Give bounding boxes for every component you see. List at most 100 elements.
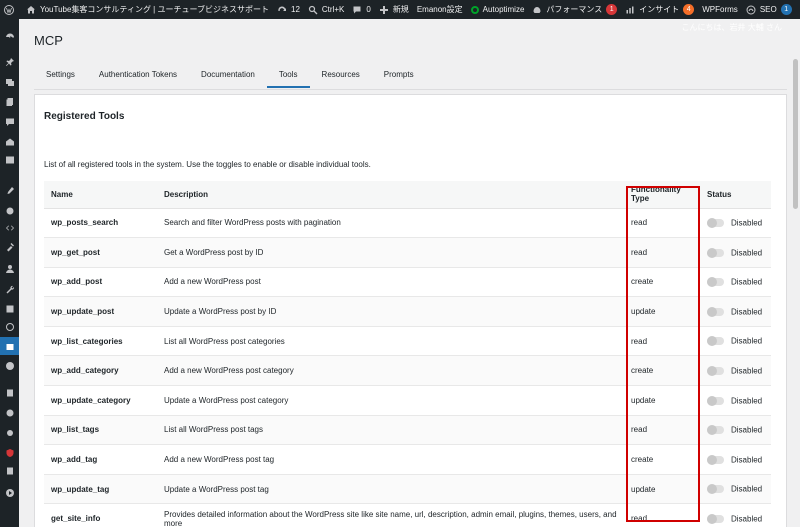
tool-description: Add a new WordPress post category bbox=[157, 355, 624, 387]
seo-icon[interactable] bbox=[4, 360, 15, 371]
gear-icon[interactable] bbox=[4, 427, 15, 438]
play-icon[interactable] bbox=[4, 487, 15, 498]
tool-status: Disabled bbox=[700, 415, 771, 446]
insights-badge: 4 bbox=[683, 4, 695, 15]
insights-icon[interactable] bbox=[4, 407, 15, 418]
enable-toggle[interactable] bbox=[707, 306, 724, 317]
search-shortcut: Ctrl+K bbox=[321, 5, 345, 14]
pages-alt-icon[interactable] bbox=[4, 465, 15, 476]
wpforms-icon[interactable] bbox=[4, 387, 15, 398]
insights-icon bbox=[625, 5, 635, 15]
status-label: Disabled bbox=[731, 307, 763, 317]
enable-toggle[interactable] bbox=[707, 454, 724, 465]
enable-toggle[interactable] bbox=[707, 247, 724, 258]
tool-name: wp_list_tags bbox=[44, 415, 157, 446]
page-scrollbar[interactable] bbox=[791, 19, 800, 527]
tool-name: wp_posts_search bbox=[44, 208, 157, 239]
tool-status: Disabled bbox=[700, 385, 771, 416]
status-label: Disabled bbox=[731, 396, 763, 406]
tool-name: wp_update_post bbox=[44, 296, 157, 327]
new-label: 新規 bbox=[392, 5, 409, 14]
status-label: Disabled bbox=[731, 484, 763, 494]
tabs-divider bbox=[34, 89, 787, 90]
tab-prompts[interactable]: Prompts bbox=[372, 62, 426, 88]
pages-icon[interactable] bbox=[4, 96, 15, 107]
insights-menu[interactable]: インサイト 4 bbox=[621, 0, 698, 19]
seo-menu[interactable]: SEO 1 bbox=[742, 0, 796, 19]
pin-icon[interactable] bbox=[4, 56, 15, 67]
greeting[interactable]: こんにちは、岩井 大輔 さん bbox=[682, 22, 782, 33]
tools-icon[interactable] bbox=[4, 241, 15, 252]
tab-documentation[interactable]: Documentation bbox=[189, 62, 267, 88]
wp-logo-menu[interactable] bbox=[0, 0, 22, 19]
media-icon[interactable] bbox=[4, 76, 15, 87]
tool-description: Search and filter WordPress posts with p… bbox=[157, 208, 624, 239]
functionality-type-highlight bbox=[626, 186, 700, 522]
tool-description: Add a new WordPress post tag bbox=[157, 444, 624, 475]
users-icon[interactable] bbox=[4, 263, 15, 274]
tool-description: Update a WordPress post category bbox=[157, 385, 624, 416]
tool-name: wp_add_post bbox=[44, 267, 157, 298]
mcp-icon[interactable] bbox=[4, 341, 15, 352]
enable-toggle[interactable] bbox=[707, 484, 724, 495]
updates-menu[interactable]: 12 bbox=[273, 0, 304, 19]
seo-badge: 1 bbox=[780, 4, 792, 15]
tab-tools[interactable]: Tools bbox=[266, 62, 310, 88]
autoptimize-label: Autoptimize bbox=[482, 5, 525, 14]
status-label: Disabled bbox=[731, 336, 763, 346]
updates-count: 12 bbox=[291, 5, 300, 14]
enable-toggle[interactable] bbox=[707, 425, 724, 436]
comments-icon[interactable] bbox=[4, 116, 15, 127]
appearance-icon[interactable] bbox=[4, 185, 15, 196]
wrench-icon[interactable] bbox=[4, 283, 15, 294]
performance-icon bbox=[532, 5, 542, 15]
forms-icon[interactable] bbox=[4, 154, 15, 165]
tool-name: wp_update_tag bbox=[44, 474, 157, 505]
command-search[interactable]: Ctrl+K bbox=[304, 0, 348, 19]
page-title: MCP bbox=[34, 33, 63, 48]
enable-toggle[interactable] bbox=[707, 217, 724, 228]
tab-bar: Settings Authentication Tokens Documenta… bbox=[34, 62, 426, 88]
status-label: Disabled bbox=[731, 455, 763, 465]
enable-toggle[interactable] bbox=[707, 277, 724, 288]
search-icon bbox=[308, 5, 318, 15]
performance-menu[interactable]: パフォーマンス 1 bbox=[528, 0, 621, 19]
enable-toggle[interactable] bbox=[707, 395, 724, 406]
tool-description: Get a WordPress post by ID bbox=[157, 237, 624, 268]
shield-icon[interactable] bbox=[4, 447, 15, 458]
card-title: Registered Tools bbox=[44, 111, 125, 122]
performance-icon[interactable] bbox=[4, 321, 15, 332]
plugins-icon[interactable] bbox=[4, 205, 15, 216]
autoptimize-menu[interactable]: Autoptimize bbox=[467, 0, 529, 19]
admin-bar: YouTube集客コンサルティング | ユーチューブビジネスサポート 12 Ct… bbox=[0, 0, 800, 19]
status-label: Disabled bbox=[731, 514, 763, 524]
status-label: Disabled bbox=[731, 425, 763, 435]
tool-status: Disabled bbox=[700, 474, 771, 505]
settings-icon[interactable] bbox=[4, 303, 15, 314]
wpforms-menu[interactable]: WPForms bbox=[698, 0, 742, 19]
tab-resources[interactable]: Resources bbox=[310, 62, 372, 88]
emanon-icon[interactable] bbox=[4, 136, 15, 147]
status-label: Disabled bbox=[731, 277, 763, 287]
tool-status: Disabled bbox=[700, 237, 771, 268]
emanon-settings-menu[interactable]: Emanon設定 bbox=[413, 0, 467, 19]
autoptimize-status-icon bbox=[470, 5, 479, 14]
tool-name: wp_add_category bbox=[44, 355, 157, 387]
tab-authentication-tokens[interactable]: Authentication Tokens bbox=[87, 62, 189, 88]
status-label: Disabled bbox=[731, 366, 763, 376]
comments-menu[interactable]: 0 bbox=[348, 0, 374, 19]
enable-toggle[interactable] bbox=[707, 513, 724, 524]
tool-status: Disabled bbox=[700, 296, 771, 327]
enable-toggle[interactable] bbox=[707, 336, 724, 347]
tool-description: Update a WordPress post tag bbox=[157, 474, 624, 505]
scrollbar-thumb[interactable] bbox=[793, 59, 798, 209]
tab-settings[interactable]: Settings bbox=[34, 62, 87, 88]
new-content-menu[interactable]: 新規 bbox=[375, 0, 413, 19]
enable-toggle[interactable] bbox=[707, 365, 724, 376]
header-description: Description bbox=[157, 181, 624, 209]
tool-name: wp_list_categories bbox=[44, 326, 157, 357]
code-icon[interactable] bbox=[4, 222, 15, 233]
dashboard-icon[interactable] bbox=[4, 31, 15, 42]
tool-description: Provides detailed information about the … bbox=[157, 503, 624, 527]
site-name-menu[interactable]: YouTube集客コンサルティング | ユーチューブビジネスサポート bbox=[22, 0, 273, 19]
